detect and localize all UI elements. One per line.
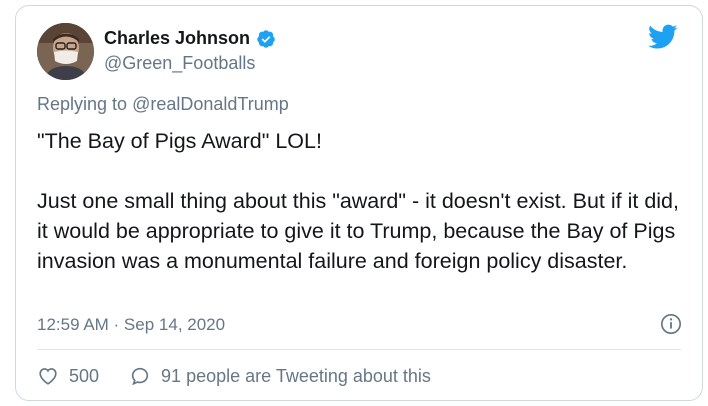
verified-badge-icon xyxy=(257,29,275,48)
speech-bubble-icon xyxy=(131,367,149,386)
heart-icon xyxy=(39,368,57,385)
replying-to: Replying to @realDonaldTrump xyxy=(37,94,289,115)
tweet-actions: 500 91 people are Tweeting about this xyxy=(37,365,431,387)
author-name-row[interactable]: Charles Johnson xyxy=(104,28,276,49)
tweet-timestamp[interactable]: 12:59 AM · Sep 14, 2020 xyxy=(37,315,225,335)
twitter-bird-icon[interactable] xyxy=(648,24,678,50)
info-icon[interactable] xyxy=(660,313,682,335)
replying-prefix: Replying to xyxy=(37,94,133,114)
tweet-card: Charles Johnson @Green_Footballs Replyin… xyxy=(15,5,703,401)
avatar[interactable] xyxy=(37,23,94,80)
like-button[interactable]: 500 xyxy=(37,365,99,387)
conversation-link[interactable]: 91 people are Tweeting about this xyxy=(129,365,431,387)
conversation-text: 91 people are Tweeting about this xyxy=(161,365,431,386)
author-handle[interactable]: @Green_Footballs xyxy=(104,53,255,74)
like-count: 500 xyxy=(69,365,100,386)
author-name[interactable]: Charles Johnson xyxy=(104,28,250,49)
tweet-text: "The Bay of Pigs Award" LOL! Just one sm… xyxy=(37,129,679,273)
divider xyxy=(37,349,681,350)
reply-mention-link[interactable]: @realDonaldTrump xyxy=(132,94,289,114)
